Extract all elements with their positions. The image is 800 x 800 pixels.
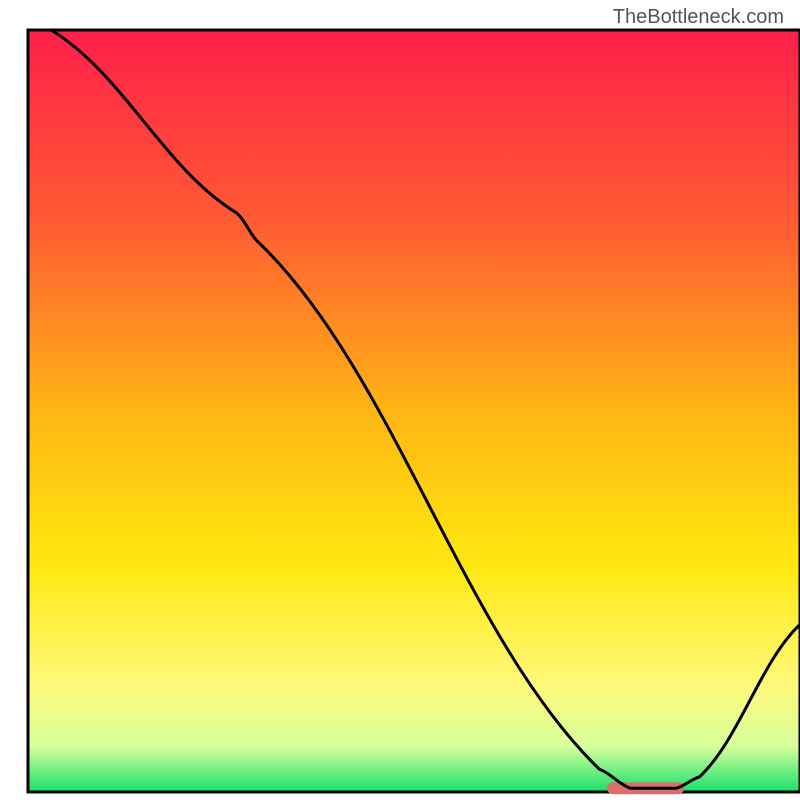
chart-container: TheBottleneck.com <box>0 0 800 800</box>
gradient-background <box>28 30 800 792</box>
chart-canvas <box>0 0 800 800</box>
attribution-text: TheBottleneck.com <box>613 6 784 29</box>
